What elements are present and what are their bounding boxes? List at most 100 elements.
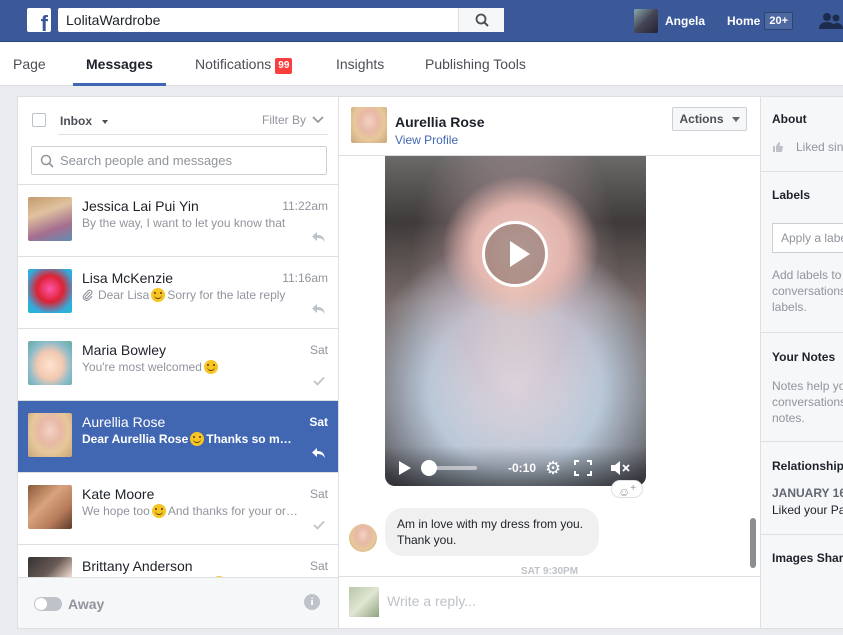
inbox-panel: Inbox Filter By Jessica Lai Pui Yin 11:2… <box>17 96 339 629</box>
smile-emoji-icon <box>151 288 166 302</box>
reply-area <box>339 576 760 628</box>
mute-icon[interactable] <box>610 461 630 475</box>
add-reaction-button[interactable]: ☺+ <box>611 480 643 499</box>
top-right-nav: Angela Home 20+ <box>634 0 843 42</box>
notes-help: notes. <box>772 411 805 425</box>
thread-time: Sat <box>309 559 328 573</box>
search-icon <box>475 13 489 27</box>
inbox-dropdown[interactable]: Inbox <box>60 114 92 128</box>
play-icon[interactable] <box>399 461 411 475</box>
thread-snippet: You're most welcomed <box>82 360 298 374</box>
conversation-panel: Aurellia Rose View Profile Actions -0:10… <box>338 96 761 629</box>
tab-publishing-tools[interactable]: Publishing Tools <box>425 42 526 86</box>
filter-by-dropdown[interactable]: Filter By <box>262 113 324 127</box>
apply-label-input[interactable]: Apply a label <box>772 223 843 253</box>
thread-time: 11:16am <box>282 271 328 285</box>
tab-page[interactable]: Page <box>13 42 46 86</box>
thread-name: Aurellia Rose <box>82 414 166 430</box>
search-icon <box>40 154 54 168</box>
filter-label: Filter By <box>262 113 307 127</box>
thread-item-selected[interactable]: Aurellia Rose Sat Dear Aurellia Rose Than… <box>18 401 338 473</box>
labels-help: labels. <box>772 300 807 314</box>
toggle-knob <box>35 598 47 610</box>
thread-time: Sat <box>309 487 328 501</box>
thread-time: 11:22am <box>282 199 328 213</box>
home-link[interactable]: Home <box>727 14 760 28</box>
message-list: -0:10 ⚙ ☺+ Am in love with my dress from… <box>339 156 760 576</box>
chevron-down-icon <box>731 116 740 122</box>
tab-insights[interactable]: Insights <box>336 42 384 86</box>
chevron-down-icon <box>102 120 108 124</box>
chevron-down-icon <box>312 116 324 124</box>
top-bar: f Angela Home 20+ <box>0 0 843 42</box>
avatar <box>28 557 72 577</box>
progress-knob[interactable] <box>421 460 437 476</box>
thread-time: Sat <box>309 415 328 429</box>
images-title: Images Shared <box>772 551 843 565</box>
thread-name: Jessica Lai Pui Yin <box>82 198 199 214</box>
about-text: Liked since <box>796 140 843 154</box>
friends-icon[interactable] <box>819 12 843 30</box>
reply-icon <box>312 232 325 242</box>
thread-name: Brittany Anderson <box>82 558 193 574</box>
thread-item[interactable]: Kate Moore Sat We hope too And thanks for… <box>18 473 338 545</box>
page-nav: Page Messages Notifications 99 Insights P… <box>0 42 843 86</box>
like-icon <box>773 142 783 152</box>
thread-item[interactable]: Lisa McKenzie 11:16am Dear Lisa Sorry for… <box>18 257 338 329</box>
thread-snippet: We hope too And thanks for your order <box>82 504 298 518</box>
info-icon[interactable]: i <box>304 594 320 610</box>
home-count-badge: 20+ <box>764 12 794 30</box>
tab-messages[interactable]: Messages <box>73 42 166 86</box>
tab-notifications[interactable]: Notifications 99 <box>195 42 293 86</box>
relationship-text: Liked your Page <box>772 503 843 517</box>
search-button[interactable] <box>458 8 504 32</box>
message-timestamp: SAT 9:30PM <box>520 566 579 576</box>
avatar <box>28 269 72 313</box>
avatar <box>28 413 72 457</box>
labels-help: Add labels to <box>772 268 842 282</box>
thread-item[interactable]: Brittany Anderson Sat <box>18 545 338 577</box>
checkmark-icon <box>313 376 325 386</box>
notes-title: Your Notes <box>772 350 836 364</box>
thread-snippet: Dear Aurellia Rose Thanks so much <box>82 432 298 446</box>
notes-section: Your Notes Notes help you conversations … <box>761 333 843 442</box>
message-search-input[interactable] <box>60 153 320 168</box>
user-avatar[interactable] <box>634 9 658 33</box>
inbox-footer: Away i <box>18 577 338 628</box>
view-profile-link[interactable]: View Profile <box>395 133 458 147</box>
relationship-title: Relationship <box>772 459 843 473</box>
gear-icon[interactable]: ⚙ <box>545 459 561 477</box>
about-section: About Liked since <box>761 97 843 172</box>
contact-name[interactable]: Aurellia Rose <box>395 114 484 130</box>
select-all-checkbox[interactable] <box>32 113 46 127</box>
thread-item[interactable]: Jessica Lai Pui Yin 11:22am By the way, … <box>18 185 338 257</box>
relationship-section: Relationship JANUARY 16 Liked your Page <box>761 442 843 535</box>
thread-snippet: By the way, I want to let you know that <box>82 216 286 230</box>
labels-help: conversations <box>772 284 843 298</box>
scrollbar[interactable] <box>750 518 756 568</box>
notes-help: Notes help you <box>772 379 843 393</box>
fullscreen-icon[interactable] <box>574 460 592 476</box>
relationship-date: JANUARY 16 <box>772 486 843 500</box>
user-name-link[interactable]: Angela <box>665 14 705 28</box>
away-label: Away <box>68 596 105 612</box>
attachment-icon <box>82 289 93 301</box>
reply-icon <box>312 448 325 458</box>
avatar[interactable] <box>351 107 387 143</box>
facebook-logo[interactable]: f <box>27 8 51 32</box>
info-sidebar: About Liked since Labels Apply a label A… <box>760 96 843 629</box>
thread-snippet: Dear Lisa Sorry for the late reply <box>82 288 298 302</box>
global-search-input[interactable] <box>58 8 458 32</box>
conversation-header: Aurellia Rose View Profile Actions <box>339 97 760 156</box>
thread-item[interactable]: Maria Bowley Sat You're most welcomed <box>18 329 338 401</box>
thread-name: Kate Moore <box>82 486 155 502</box>
play-button[interactable] <box>482 221 548 287</box>
actions-button[interactable]: Actions <box>672 107 747 131</box>
checkmark-icon <box>313 520 325 530</box>
video-controls: -0:10 ⚙ <box>385 446 646 486</box>
away-toggle[interactable] <box>34 597 62 611</box>
reply-icon <box>312 304 325 314</box>
reply-input[interactable] <box>387 593 687 609</box>
inbox-header: Inbox Filter By <box>18 97 338 185</box>
video-player[interactable]: -0:10 ⚙ <box>385 156 646 486</box>
